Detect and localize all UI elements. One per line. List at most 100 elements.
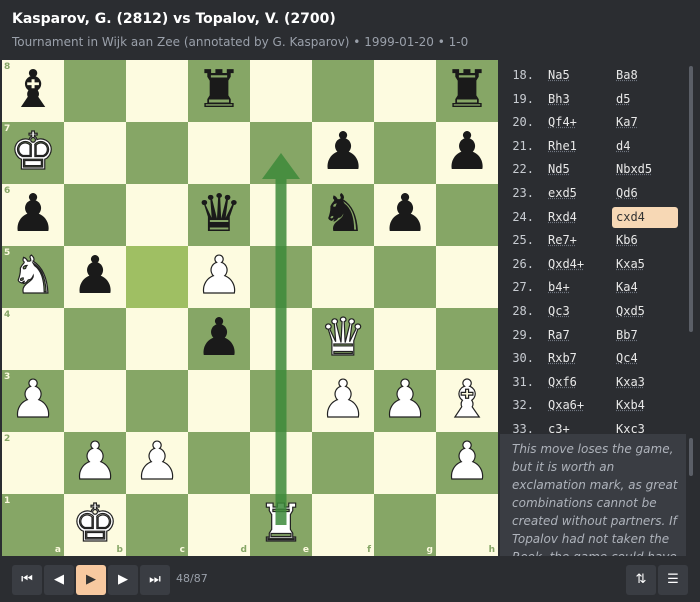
square-d2[interactable] — [188, 432, 250, 494]
white-pawn-b2[interactable]: ♟ — [64, 431, 126, 494]
square-c8[interactable] — [126, 60, 188, 122]
white-pawn-a3[interactable]: ♟ — [2, 369, 64, 432]
annotation-scrollbar[interactable] — [689, 438, 693, 476]
square-c1[interactable]: c — [126, 494, 188, 556]
square-e8[interactable] — [250, 60, 312, 122]
square-e3[interactable] — [250, 370, 312, 432]
square-f2[interactable] — [312, 432, 374, 494]
square-b7[interactable] — [64, 122, 126, 184]
white-move[interactable]: Re7+ — [548, 233, 577, 247]
black-bishop-a8[interactable]: ♝ — [2, 60, 64, 122]
white-move[interactable]: Qc3 — [548, 304, 570, 318]
square-c7[interactable] — [126, 122, 188, 184]
white-move[interactable]: Na5 — [548, 68, 570, 82]
black-queen-d6[interactable]: ♛ — [188, 184, 250, 246]
square-h6[interactable] — [436, 184, 498, 246]
square-g1[interactable]: g — [374, 494, 436, 556]
square-g8[interactable] — [374, 60, 436, 122]
black-pawn-h7[interactable]: ♟ — [436, 122, 498, 184]
square-e2[interactable] — [250, 432, 312, 494]
square-d3[interactable] — [188, 370, 250, 432]
first-move-button[interactable]: ⏮ — [12, 565, 42, 595]
prev-move-button[interactable]: ◀ — [44, 565, 74, 595]
square-d7[interactable] — [188, 122, 250, 184]
square-b3[interactable] — [64, 370, 126, 432]
white-pawn-c2[interactable]: ♟ — [126, 431, 188, 494]
flip-board-button[interactable]: ⇅ — [626, 565, 656, 595]
white-queen-f4[interactable]: ♛ — [312, 307, 374, 370]
square-c3[interactable] — [126, 370, 188, 432]
square-c6[interactable] — [126, 184, 188, 246]
square-f5[interactable] — [312, 246, 374, 308]
white-pawn-d5[interactable]: ♟ — [188, 245, 250, 308]
black-move[interactable]: Kxb4 — [616, 398, 645, 412]
white-move[interactable]: Qf4+ — [548, 115, 577, 129]
black-pawn-a6[interactable]: ♟ — [2, 184, 64, 246]
last-move-button[interactable]: ⏭ — [140, 565, 170, 595]
white-move[interactable]: Bh3 — [548, 92, 570, 106]
white-king-a7[interactable]: ♚ — [2, 121, 64, 184]
black-move[interactable]: Qc4 — [616, 351, 638, 365]
black-move[interactable]: d4 — [616, 139, 630, 153]
black-knight-f6[interactable]: ♞ — [312, 184, 374, 246]
black-move[interactable]: Qd6 — [616, 186, 638, 200]
move-list[interactable]: 18. Na5 Ba8 19. Bh3 d5 20. Qf4+ Ka7 21. Rhe1 d4 22. N… — [500, 60, 686, 433]
square-b6[interactable] — [64, 184, 126, 246]
play-button[interactable]: ▶ — [76, 565, 106, 595]
white-pawn-g3[interactable]: ♟ — [374, 369, 436, 432]
white-rook-e1[interactable]: ♜ — [250, 493, 312, 556]
black-move[interactable]: Nbxd5 — [616, 162, 652, 176]
black-move[interactable]: Kxc3 — [616, 422, 645, 433]
black-move[interactable]: Kxa3 — [616, 375, 645, 389]
white-move[interactable]: Qxa6+ — [548, 398, 584, 412]
square-g5[interactable] — [374, 246, 436, 308]
white-pawn-h2[interactable]: ♟ — [436, 431, 498, 494]
square-b4[interactable] — [64, 308, 126, 370]
square-b8[interactable] — [64, 60, 126, 122]
black-move[interactable]: d5 — [616, 92, 630, 106]
next-move-button[interactable]: ▶ — [108, 565, 138, 595]
white-bishop-h3[interactable]: ♝ — [436, 369, 498, 432]
square-e5[interactable] — [250, 246, 312, 308]
black-pawn-g6[interactable]: ♟ — [374, 184, 436, 246]
square-e6[interactable] — [250, 184, 312, 246]
black-pawn-d4[interactable]: ♟ — [188, 308, 250, 370]
black-move[interactable]: Ka4 — [616, 280, 638, 294]
white-move[interactable]: Nd5 — [548, 162, 570, 176]
black-move[interactable]: Kb6 — [616, 233, 638, 247]
square-e7[interactable] — [250, 122, 312, 184]
white-move[interactable]: Qxf6 — [548, 375, 577, 389]
square-h1[interactable]: h — [436, 494, 498, 556]
square-c4[interactable] — [126, 308, 188, 370]
white-move[interactable]: Qxd4+ — [548, 257, 584, 271]
white-move[interactable]: Ra7 — [548, 328, 570, 342]
black-move[interactable]: Ba8 — [616, 68, 638, 82]
menu-button[interactable]: ☰ — [658, 565, 688, 595]
square-e4[interactable] — [250, 308, 312, 370]
black-move[interactable]: Bb7 — [616, 328, 638, 342]
black-rook-h8[interactable]: ♜ — [436, 60, 498, 122]
chess-board[interactable]: 87654321abcdefgh ♝ ♜ ♜ ♚ ♟ ♟ ♟ ♛ ♞ ♟ ♞ ♟ ♟ ♟ ♛ ♟ ♟ ♟ ♝ ♟ ♟ ♟ ♚… — [2, 60, 498, 556]
white-move[interactable]: Rhe1 — [548, 139, 577, 153]
square-g4[interactable] — [374, 308, 436, 370]
square-a4[interactable]: 4 — [2, 308, 64, 370]
square-h4[interactable] — [436, 308, 498, 370]
black-move[interactable]: Qxd5 — [616, 304, 645, 318]
white-move[interactable]: Rxb7 — [548, 351, 577, 365]
black-move[interactable]: Ka7 — [616, 115, 638, 129]
square-f1[interactable]: f — [312, 494, 374, 556]
square-g7[interactable] — [374, 122, 436, 184]
square-d1[interactable]: d — [188, 494, 250, 556]
black-rook-d8[interactable]: ♜ — [188, 60, 250, 122]
white-king-b1[interactable]: ♚ — [64, 493, 126, 556]
white-move[interactable]: Rxd4 — [548, 210, 577, 224]
current-move[interactable]: cxd4 — [612, 206, 678, 228]
square-g2[interactable] — [374, 432, 436, 494]
square-a1[interactable]: 1a — [2, 494, 64, 556]
square-h5[interactable] — [436, 246, 498, 308]
white-move[interactable]: b4+ — [548, 280, 570, 294]
black-pawn-f7[interactable]: ♟ — [312, 122, 374, 184]
white-knight-a5[interactable]: ♞ — [2, 245, 64, 308]
white-pawn-f3[interactable]: ♟ — [312, 369, 374, 432]
black-pawn-b5[interactable]: ♟ — [64, 246, 126, 308]
